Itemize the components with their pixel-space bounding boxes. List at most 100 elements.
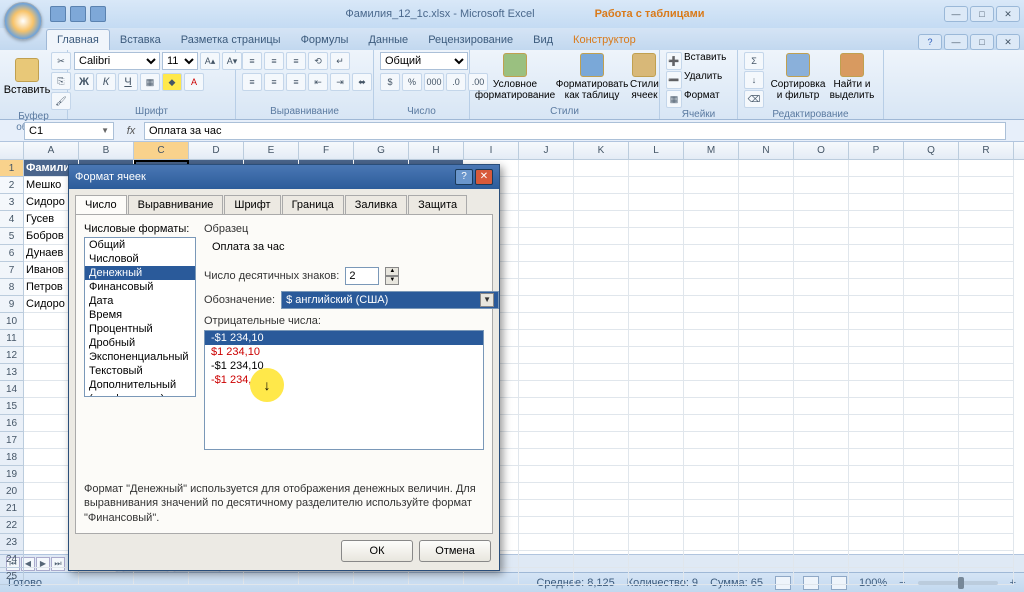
cell[interactable]	[959, 262, 1014, 279]
cell[interactable]	[519, 534, 574, 551]
clear-button[interactable]: ⌫	[744, 90, 764, 108]
cell[interactable]	[959, 228, 1014, 245]
cell[interactable]	[849, 194, 904, 211]
cell[interactable]	[904, 517, 959, 534]
doc-minimize-button[interactable]: —	[944, 34, 968, 50]
cell[interactable]	[959, 160, 1014, 177]
qat-redo-icon[interactable]	[90, 6, 106, 22]
cell[interactable]	[574, 211, 629, 228]
row-header[interactable]: 24	[0, 551, 24, 568]
cell[interactable]	[849, 551, 904, 568]
fx-button[interactable]: fx	[122, 125, 140, 137]
row-header[interactable]: 2	[0, 177, 24, 194]
cell[interactable]	[574, 568, 629, 585]
cell[interactable]	[574, 330, 629, 347]
currency-symbol-select[interactable]: $ английский (США)▼	[281, 291, 499, 309]
cell[interactable]	[849, 415, 904, 432]
cell[interactable]	[794, 483, 849, 500]
decimals-spin-up[interactable]: ▲	[385, 267, 399, 276]
grow-font-button[interactable]: A▴	[200, 52, 220, 70]
underline-button[interactable]: Ч	[118, 73, 138, 91]
wrap-text-button[interactable]: ↵	[330, 52, 350, 70]
cell[interactable]	[904, 500, 959, 517]
row-header[interactable]: 20	[0, 483, 24, 500]
align-right-button[interactable]: ≡	[286, 73, 306, 91]
percent-button[interactable]: %	[402, 73, 422, 91]
column-header[interactable]: F	[299, 142, 354, 159]
cell[interactable]	[849, 262, 904, 279]
cell[interactable]	[739, 313, 794, 330]
cell[interactable]	[684, 517, 739, 534]
number-formats-list[interactable]: ОбщийЧисловойДенежныйФинансовыйДатаВремя…	[84, 237, 196, 397]
cell[interactable]	[959, 245, 1014, 262]
format-list-item[interactable]: (все форматы)	[85, 392, 195, 397]
border-button[interactable]: ▦	[140, 73, 160, 91]
column-header[interactable]: N	[739, 142, 794, 159]
orientation-button[interactable]: ⟲	[308, 52, 328, 70]
row-header[interactable]: 6	[0, 245, 24, 262]
cell[interactable]	[684, 228, 739, 245]
cell[interactable]	[959, 534, 1014, 551]
cell[interactable]	[574, 432, 629, 449]
cell[interactable]	[629, 551, 684, 568]
fill-color-button[interactable]: ◆	[162, 73, 182, 91]
cell[interactable]	[684, 568, 739, 585]
name-box[interactable]: C1▼	[24, 122, 114, 140]
row-header[interactable]: 7	[0, 262, 24, 279]
cell[interactable]	[794, 347, 849, 364]
cell[interactable]	[904, 483, 959, 500]
cell[interactable]	[794, 534, 849, 551]
cell[interactable]	[849, 160, 904, 177]
cell[interactable]	[519, 330, 574, 347]
cell[interactable]	[849, 313, 904, 330]
column-header[interactable]: K	[574, 142, 629, 159]
cell[interactable]	[519, 551, 574, 568]
cell[interactable]	[739, 551, 794, 568]
currency-button[interactable]: $	[380, 73, 400, 91]
office-button[interactable]	[4, 2, 42, 40]
cell[interactable]	[794, 398, 849, 415]
cell[interactable]	[794, 177, 849, 194]
cell[interactable]	[684, 449, 739, 466]
cell[interactable]	[519, 313, 574, 330]
cell[interactable]	[794, 313, 849, 330]
cell[interactable]	[794, 194, 849, 211]
cell[interactable]	[739, 381, 794, 398]
dialog-tab-font[interactable]: Шрифт	[224, 195, 280, 214]
cell[interactable]	[519, 228, 574, 245]
cell[interactable]	[684, 381, 739, 398]
fill-button[interactable]: ↓	[744, 71, 764, 89]
cell[interactable]	[904, 415, 959, 432]
cell[interactable]	[739, 449, 794, 466]
cell[interactable]	[739, 398, 794, 415]
cell[interactable]	[574, 551, 629, 568]
cell[interactable]	[959, 449, 1014, 466]
format-list-item[interactable]: Дробный	[85, 336, 195, 350]
cell[interactable]	[904, 330, 959, 347]
cell[interactable]	[904, 449, 959, 466]
column-header[interactable]: I	[464, 142, 519, 159]
cell[interactable]	[629, 228, 684, 245]
help-button[interactable]: ?	[918, 34, 942, 50]
cell[interactable]	[629, 534, 684, 551]
cell[interactable]	[739, 262, 794, 279]
cell[interactable]	[849, 432, 904, 449]
cell[interactable]	[904, 534, 959, 551]
cell[interactable]	[959, 415, 1014, 432]
cell[interactable]	[629, 330, 684, 347]
column-header[interactable]: C	[134, 142, 189, 159]
cell[interactable]	[574, 262, 629, 279]
tab-view[interactable]: Вид	[523, 30, 563, 50]
qat-save-icon[interactable]	[50, 6, 66, 22]
cell[interactable]	[904, 313, 959, 330]
cell[interactable]	[739, 466, 794, 483]
cell[interactable]	[684, 330, 739, 347]
cell[interactable]	[684, 160, 739, 177]
tab-formulas[interactable]: Формулы	[291, 30, 359, 50]
cell[interactable]	[574, 194, 629, 211]
cell[interactable]	[904, 245, 959, 262]
cell[interactable]	[959, 466, 1014, 483]
cell[interactable]	[739, 534, 794, 551]
align-bottom-button[interactable]: ≡	[286, 52, 306, 70]
row-header[interactable]: 9	[0, 296, 24, 313]
